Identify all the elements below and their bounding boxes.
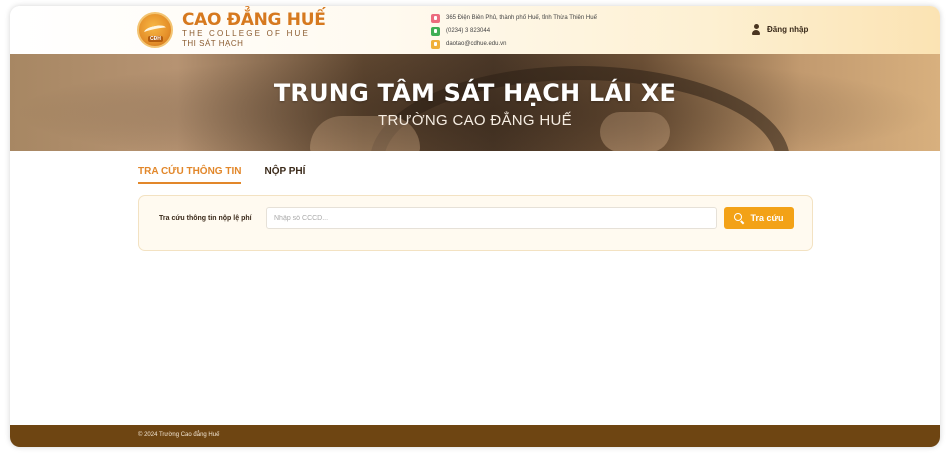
search-button-label: Tra cứu	[750, 213, 784, 223]
phone-icon	[431, 26, 440, 36]
contact-email[interactable]: daotao@cdhue.edu.vn	[431, 38, 597, 50]
tab-payment[interactable]: NỘP PHÍ	[264, 166, 305, 184]
user-icon	[752, 24, 760, 35]
logo-caption: THI SÁT HẠCH	[182, 38, 244, 48]
location-icon	[431, 13, 440, 23]
site-logo[interactable]: CĐH CAO ĐẲNG HUẾ THE COLLEGE OF HUE THI …	[137, 10, 326, 50]
login-label: Đăng nhập	[767, 25, 809, 34]
hero-title: TRUNG TÂM SÁT HẠCH LÁI XE	[273, 79, 677, 107]
tab-lookup[interactable]: TRA CỨU THÔNG TIN	[138, 166, 242, 184]
copyright-text: © 2024 Trường Cao đẳng Huế	[138, 432, 220, 438]
cccd-search-input[interactable]	[266, 207, 717, 229]
phone-text[interactable]: (0234) 3 823044	[446, 28, 490, 34]
search-card: Tra cứu thông tin nộp lệ phí Tra cứu	[138, 195, 813, 251]
emblem-text: CĐH	[148, 36, 163, 42]
search-button[interactable]: Tra cứu	[724, 207, 794, 229]
college-emblem-icon: CĐH	[137, 12, 173, 48]
page-frame: CĐH CAO ĐẲNG HUẾ THE COLLEGE OF HUE THI …	[10, 6, 940, 447]
site-header: CĐH CAO ĐẲNG HUẾ THE COLLEGE OF HUE THI …	[10, 6, 940, 54]
email-text[interactable]: daotao@cdhue.edu.vn	[446, 41, 506, 47]
hero-banner: TRUNG TÂM SÁT HẠCH LÁI XE TRƯỜNG CAO ĐẲN…	[10, 54, 940, 151]
contact-phone[interactable]: (0234) 3 823044	[431, 25, 597, 37]
search-label: Tra cứu thông tin nộp lệ phí	[159, 215, 252, 222]
search-icon	[734, 213, 745, 225]
hero-subtitle: TRƯỜNG CAO ĐẲNG HUẾ	[378, 112, 572, 129]
site-footer: © 2024 Trường Cao đẳng Huế	[10, 425, 940, 447]
contact-address: 365 Điện Biên Phủ, thành phố Huế, tỉnh T…	[431, 12, 597, 24]
address-text: 365 Điện Biên Phủ, thành phố Huế, tỉnh T…	[446, 15, 597, 21]
logo-text: CAO ĐẲNG HUẾ THE COLLEGE OF HUE THI SÁT …	[182, 9, 326, 49]
contact-info: 365 Điện Biên Phủ, thành phố Huế, tỉnh T…	[431, 12, 597, 51]
logo-title: CAO ĐẲNG HUẾ	[182, 9, 326, 30]
tab-bar: TRA CỨU THÔNG TIN NỘP PHÍ	[138, 166, 328, 184]
logo-subtitle: THE COLLEGE OF HUE	[182, 28, 311, 38]
mail-icon	[431, 39, 440, 49]
login-button[interactable]: Đăng nhập	[752, 24, 808, 35]
